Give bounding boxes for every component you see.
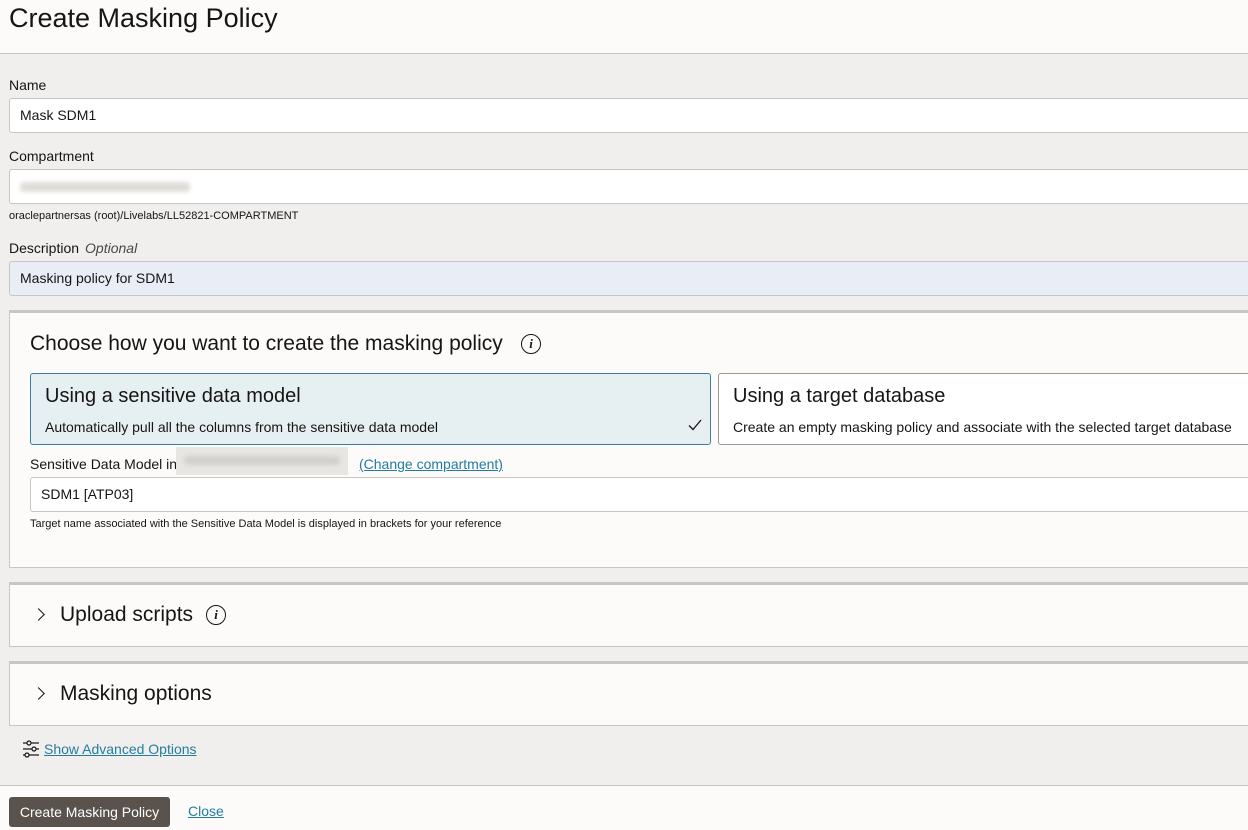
upload-scripts-title: Upload scripts	[60, 603, 194, 626]
info-icon[interactable]: i	[521, 334, 541, 354]
sdm-select[interactable]: SDM1 [ATP03]	[30, 477, 1248, 512]
option-target-database[interactable]: Using a target database Create an empty …	[718, 373, 1248, 445]
sdm-compartment-redacted	[176, 447, 348, 475]
compartment-label: Compartment	[9, 148, 94, 164]
page-title: Create Masking Policy	[9, 3, 278, 33]
sliders-icon	[23, 740, 39, 758]
create-masking-policy-button[interactable]: Create Masking Policy	[9, 797, 170, 827]
compartment-path: oraclepartnersas (root)/Livelabs/LL52821…	[9, 210, 299, 222]
compartment-value-redacted	[20, 182, 190, 192]
close-link[interactable]: Close	[188, 803, 224, 819]
info-icon[interactable]: i	[206, 605, 226, 625]
choose-method-title: Choose how you want to create the maskin…	[30, 332, 503, 355]
description-label-text: Description	[9, 240, 80, 256]
upload-scripts-section[interactable]: Upload scripts i	[9, 582, 1248, 647]
option-description: Automatically pull all the columns from …	[45, 419, 438, 435]
change-compartment-link[interactable]: (Change compartment)	[359, 456, 503, 472]
name-input[interactable]: Mask SDM1	[9, 98, 1248, 133]
check-icon	[688, 419, 702, 431]
sdm-helper-text: Target name associated with the Sensitiv…	[30, 518, 502, 530]
option-description: Create an empty masking policy and assoc…	[733, 419, 1232, 435]
description-label: Description Optional	[9, 240, 137, 256]
chevron-right-icon	[32, 608, 45, 621]
choose-method-panel: Choose how you want to create the maskin…	[9, 310, 1248, 568]
masking-options-section[interactable]: Masking options	[9, 661, 1248, 726]
page-header: Create Masking Policy	[0, 0, 1248, 54]
option-sensitive-data-model[interactable]: Using a sensitive data model Automatical…	[30, 373, 711, 445]
compartment-select[interactable]	[9, 169, 1248, 204]
sdm-label: Sensitive Data Model in	[30, 456, 178, 472]
name-label: Name	[9, 77, 47, 93]
option-title: Using a sensitive data model	[45, 385, 301, 407]
chevron-right-icon	[32, 687, 45, 700]
description-input[interactable]: Masking policy for SDM1	[9, 261, 1248, 296]
option-title: Using a target database	[733, 385, 946, 407]
show-advanced-options-link[interactable]: Show Advanced Options	[44, 741, 197, 757]
footer-bar: Create Masking Policy Close	[0, 785, 1248, 830]
masking-options-title: Masking options	[60, 682, 212, 705]
optional-tag: Optional	[85, 240, 138, 256]
